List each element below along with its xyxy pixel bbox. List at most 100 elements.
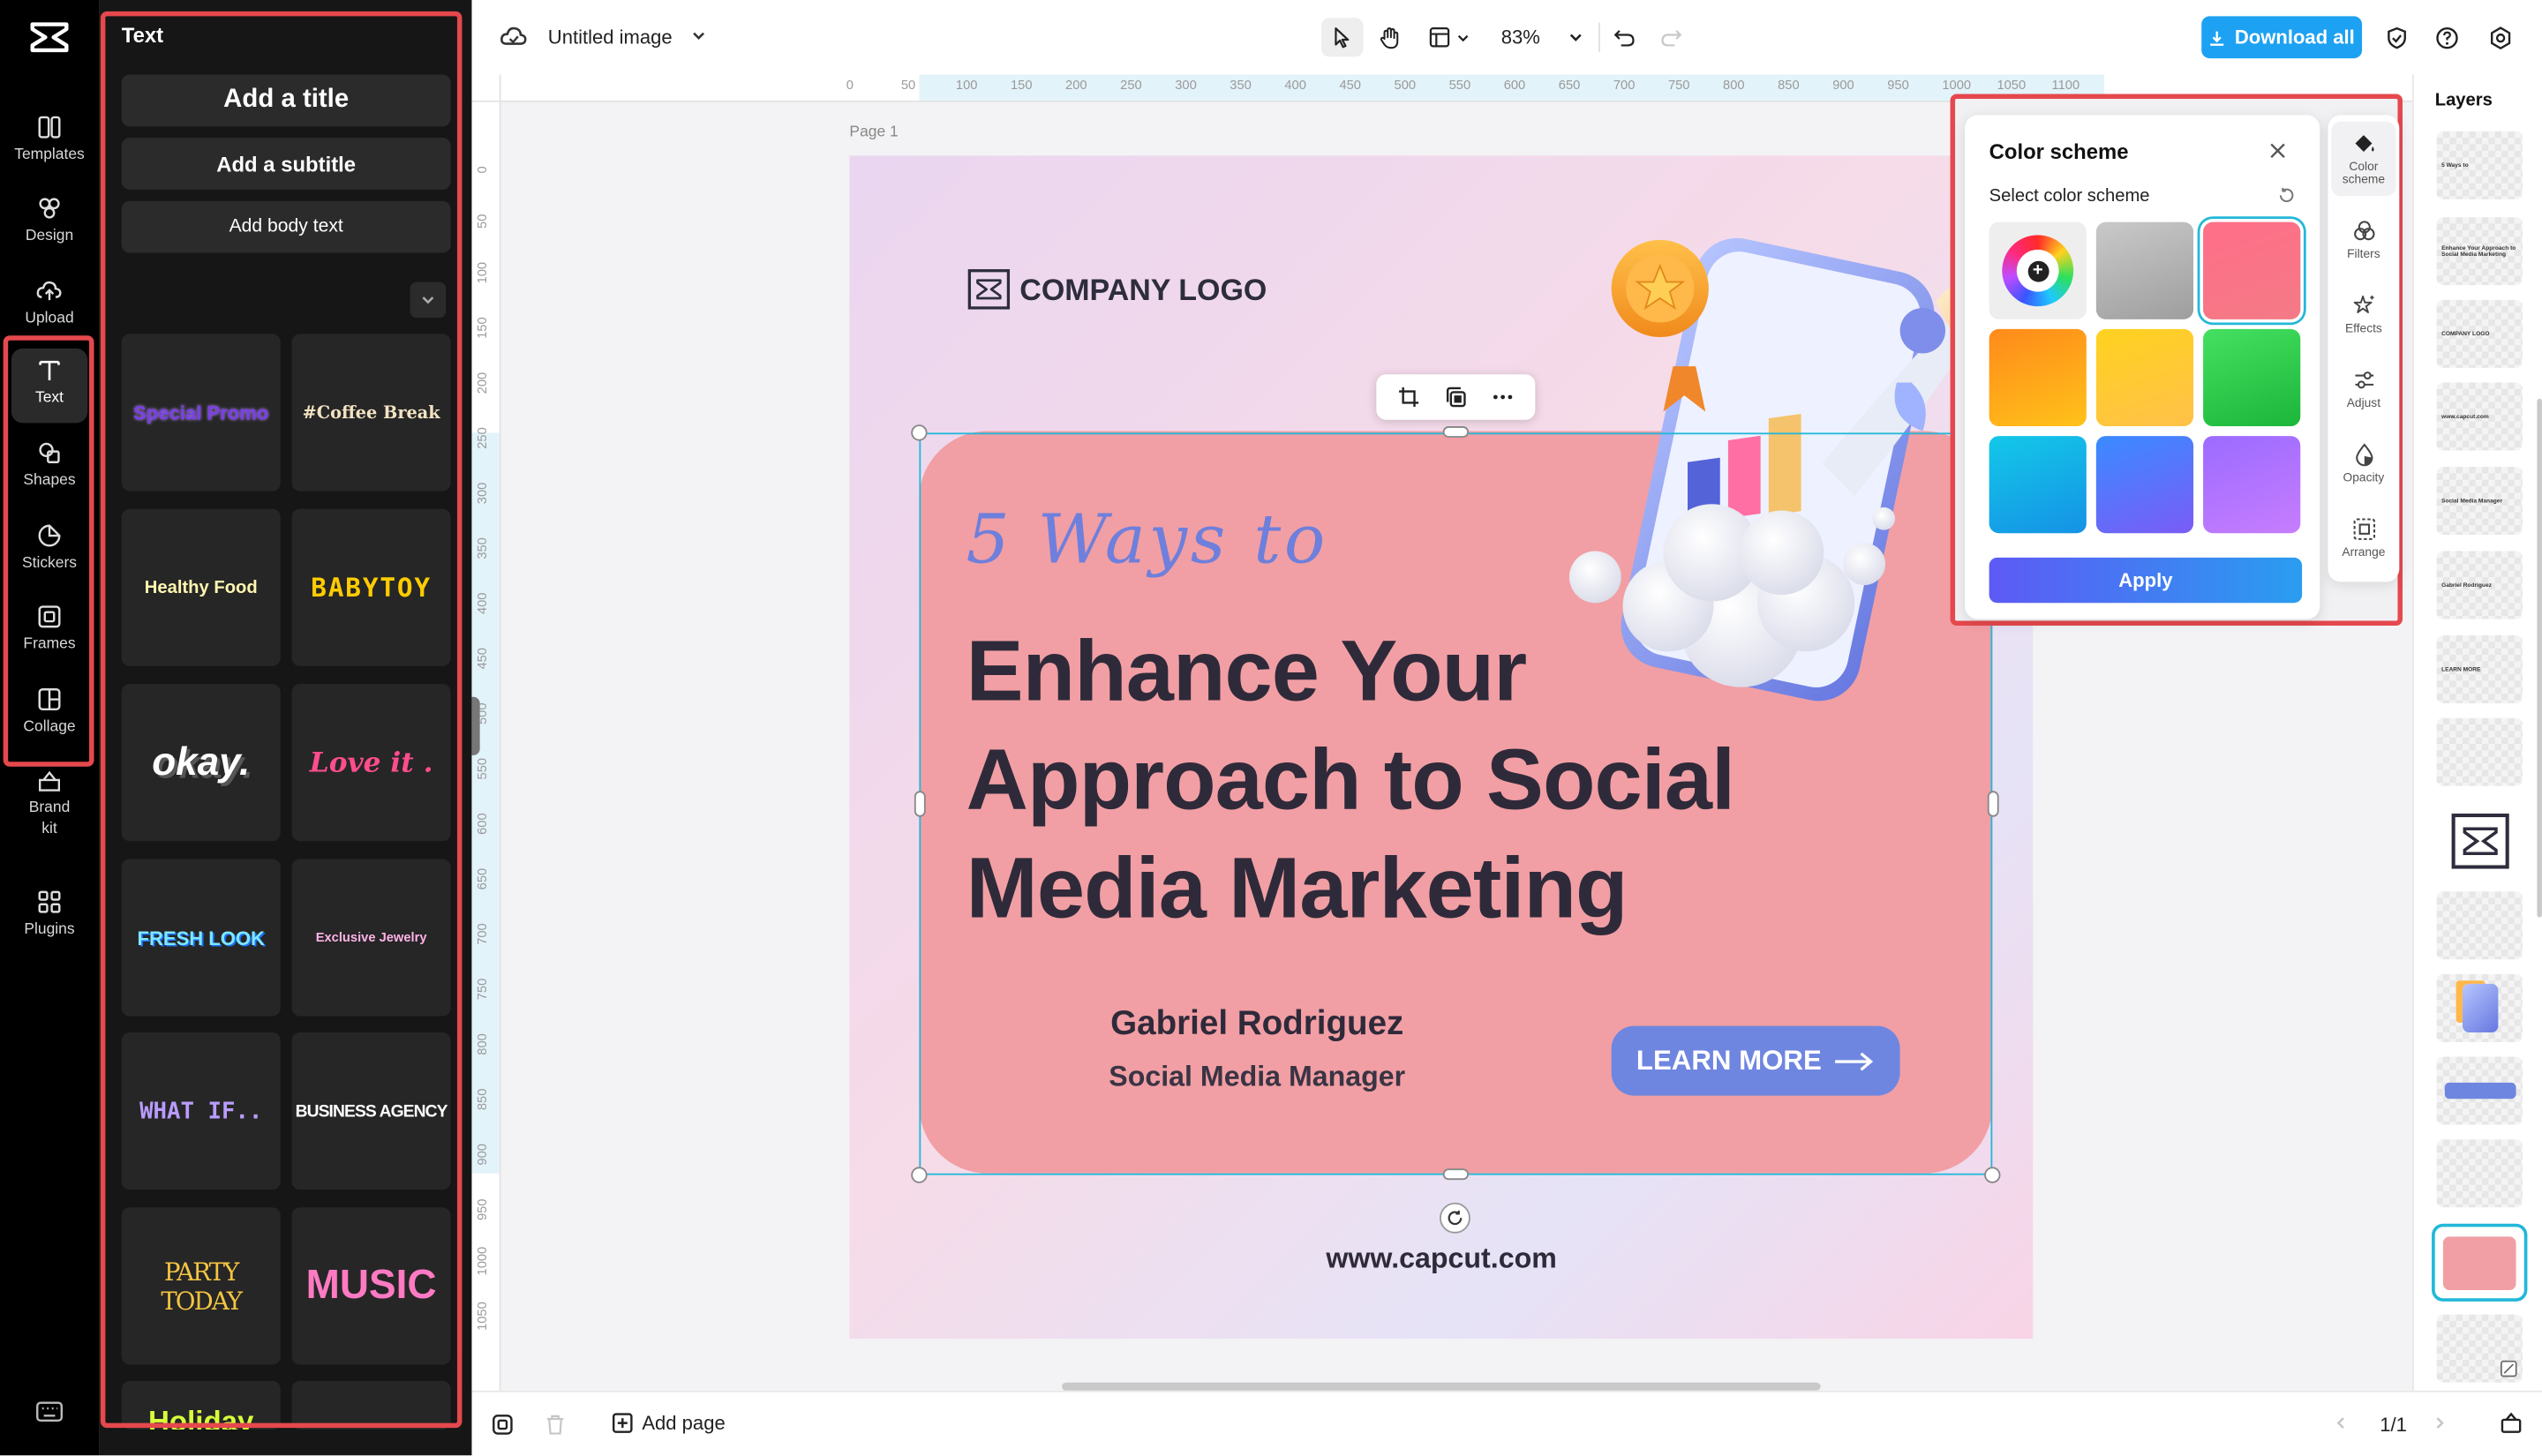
- present-button[interactable]: [2500, 1412, 2523, 1435]
- resize-handle-top[interactable]: [1443, 426, 1469, 438]
- text-template-partial[interactable]: [292, 1381, 451, 1430]
- next-page-button[interactable]: [2432, 1415, 2448, 1430]
- crop-icon[interactable]: [1398, 386, 1421, 409]
- layer-item[interactable]: 5 Ways to: [2437, 131, 2523, 199]
- delete-page-button[interactable]: [545, 1414, 566, 1437]
- swatch-blue[interactable]: [2096, 436, 2193, 533]
- resize-handle-bottom[interactable]: [1443, 1168, 1469, 1180]
- rail-templates[interactable]: Templates: [0, 104, 99, 178]
- swatch-pink[interactable]: [2203, 222, 2300, 319]
- swatch-purple[interactable]: [2203, 436, 2300, 533]
- undo-button[interactable]: [1606, 18, 1642, 56]
- rail-brand-kit[interactable]: Brand kit: [0, 759, 99, 840]
- rotate-handle[interactable]: [1440, 1203, 1470, 1234]
- learn-more-button[interactable]: LEARN MORE: [1612, 1026, 1900, 1096]
- script-heading[interactable]: 5 Ways to: [966, 499, 1328, 579]
- text-template-music[interactable]: MUSIC: [292, 1207, 451, 1364]
- layout-menu-button[interactable]: [1422, 18, 1477, 56]
- text-template-fresh-look[interactable]: FRESH LOOK: [122, 859, 281, 1016]
- layer-item[interactable]: [2437, 1057, 2523, 1125]
- panel-collapse-handle[interactable]: [471, 697, 479, 755]
- text-template-party-today[interactable]: PARTY TODAY: [122, 1207, 281, 1364]
- capcut-logo[interactable]: [29, 19, 70, 55]
- shield-button[interactable]: [2378, 18, 2413, 56]
- rail-upload[interactable]: Upload: [0, 267, 99, 341]
- layer-item[interactable]: [2437, 1228, 2523, 1296]
- text-template-special-promo[interactable]: Special Promo: [122, 334, 281, 491]
- hand-tool-button[interactable]: [1368, 18, 1410, 56]
- layer-item[interactable]: [2437, 807, 2523, 875]
- duplicate-icon[interactable]: [1444, 386, 1467, 409]
- text-template-healthy-food[interactable]: Healthy Food: [122, 509, 281, 666]
- settings-button[interactable]: [2482, 18, 2517, 56]
- design-canvas[interactable]: COMPANY LOGO 5 Ways to Enhance Your Appr…: [849, 155, 2033, 1339]
- add-title-button[interactable]: Add a title: [122, 74, 451, 126]
- layer-item[interactable]: [2437, 1139, 2523, 1207]
- download-all-button[interactable]: Download all: [2201, 16, 2362, 58]
- keyboard-shortcuts-icon[interactable]: [35, 1400, 63, 1423]
- tool-color-scheme[interactable]: Color scheme: [2331, 122, 2395, 196]
- rail-stickers[interactable]: Stickers: [0, 512, 99, 586]
- cloud-sync-icon[interactable]: [500, 23, 529, 49]
- phone-illustration[interactable]: [1563, 221, 2001, 707]
- title-dropdown-icon[interactable]: [690, 27, 706, 43]
- text-template-exclusive-jewelry[interactable]: Exclusive Jewelry: [292, 859, 451, 1016]
- apply-button[interactable]: Apply: [1989, 558, 2302, 603]
- author-role[interactable]: Social Media Manager: [1109, 1060, 1405, 1094]
- help-button[interactable]: [2428, 18, 2463, 56]
- author-name[interactable]: Gabriel Rodriguez: [1110, 1005, 1403, 1044]
- resize-handle-bottom-right[interactable]: [1984, 1167, 2000, 1182]
- swatch-orange[interactable]: [1989, 329, 2087, 426]
- layers-scrollbar[interactable]: [2537, 399, 2542, 918]
- rail-design[interactable]: Design: [0, 184, 99, 259]
- layer-item[interactable]: LEARN MORE: [2437, 635, 2523, 703]
- document-title[interactable]: Untitled image: [548, 26, 673, 49]
- rail-collage[interactable]: Collage: [0, 676, 99, 750]
- swatch-custom-color-wheel[interactable]: +: [1989, 222, 2087, 319]
- layer-item[interactable]: Enhance Your Approach to Social Media Ma…: [2437, 217, 2523, 285]
- previous-page-button[interactable]: [2333, 1415, 2349, 1430]
- resize-handle-left[interactable]: [914, 791, 926, 816]
- zoom-selector[interactable]: 83%: [1493, 18, 1591, 56]
- add-subtitle-button[interactable]: Add a subtitle: [122, 138, 451, 190]
- tool-filters[interactable]: Filters: [2328, 209, 2400, 283]
- text-template-okay[interactable]: okay.: [122, 684, 281, 841]
- select-tool-button[interactable]: [1321, 18, 1364, 56]
- horizontal-scrollbar[interactable]: [1062, 1383, 1821, 1391]
- swatch-gray[interactable]: [2096, 222, 2193, 319]
- website-url[interactable]: www.capcut.com: [1326, 1242, 1556, 1276]
- tool-arrange[interactable]: Arrange: [2328, 507, 2400, 582]
- page-thumbnails-button[interactable]: [492, 1414, 515, 1437]
- tool-adjust[interactable]: Adjust: [2328, 358, 2400, 432]
- rail-frames[interactable]: Frames: [0, 593, 99, 667]
- layer-item[interactable]: [2437, 974, 2523, 1042]
- rail-text[interactable]: Text: [0, 347, 99, 421]
- text-template-coffee-break[interactable]: #Coffee Break: [292, 334, 451, 491]
- more-options-icon[interactable]: [1491, 386, 1514, 409]
- layer-item[interactable]: Social Media Manager: [2437, 467, 2523, 535]
- add-body-text-button[interactable]: Add body text: [122, 201, 451, 253]
- swatch-yellow[interactable]: [2096, 329, 2193, 426]
- resize-handle-top-left[interactable]: [911, 424, 927, 440]
- text-template-love-it[interactable]: Love it .: [292, 684, 451, 841]
- layer-item[interactable]: [2437, 891, 2523, 959]
- reset-button[interactable]: [2278, 186, 2296, 204]
- text-template-babytoy[interactable]: BABYTOY: [292, 509, 451, 666]
- resize-handle-right[interactable]: [1988, 791, 1999, 816]
- company-logo[interactable]: COMPANY LOGO: [968, 269, 1267, 310]
- rail-shapes[interactable]: Shapes: [0, 430, 99, 504]
- resize-handle-bottom-left[interactable]: [911, 1167, 927, 1182]
- tool-effects[interactable]: Effects: [2328, 283, 2400, 357]
- layer-item[interactable]: COMPANY LOGO: [2437, 300, 2523, 368]
- text-template-holiday[interactable]: Holiday: [122, 1381, 281, 1430]
- layer-item[interactable]: www.capcut.com: [2437, 382, 2523, 450]
- layer-item[interactable]: [2437, 1315, 2523, 1383]
- swatch-green[interactable]: [2203, 329, 2300, 426]
- close-button[interactable]: [2268, 141, 2288, 161]
- rail-plugins[interactable]: Plugins: [0, 878, 99, 952]
- expand-presets-button[interactable]: [410, 282, 446, 318]
- layer-item[interactable]: [2437, 718, 2523, 786]
- layer-item[interactable]: Gabriel Rodriguez: [2437, 551, 2523, 619]
- tool-opacity[interactable]: Opacity: [2328, 432, 2400, 507]
- text-template-what-if[interactable]: WHAT IF..: [122, 1032, 281, 1190]
